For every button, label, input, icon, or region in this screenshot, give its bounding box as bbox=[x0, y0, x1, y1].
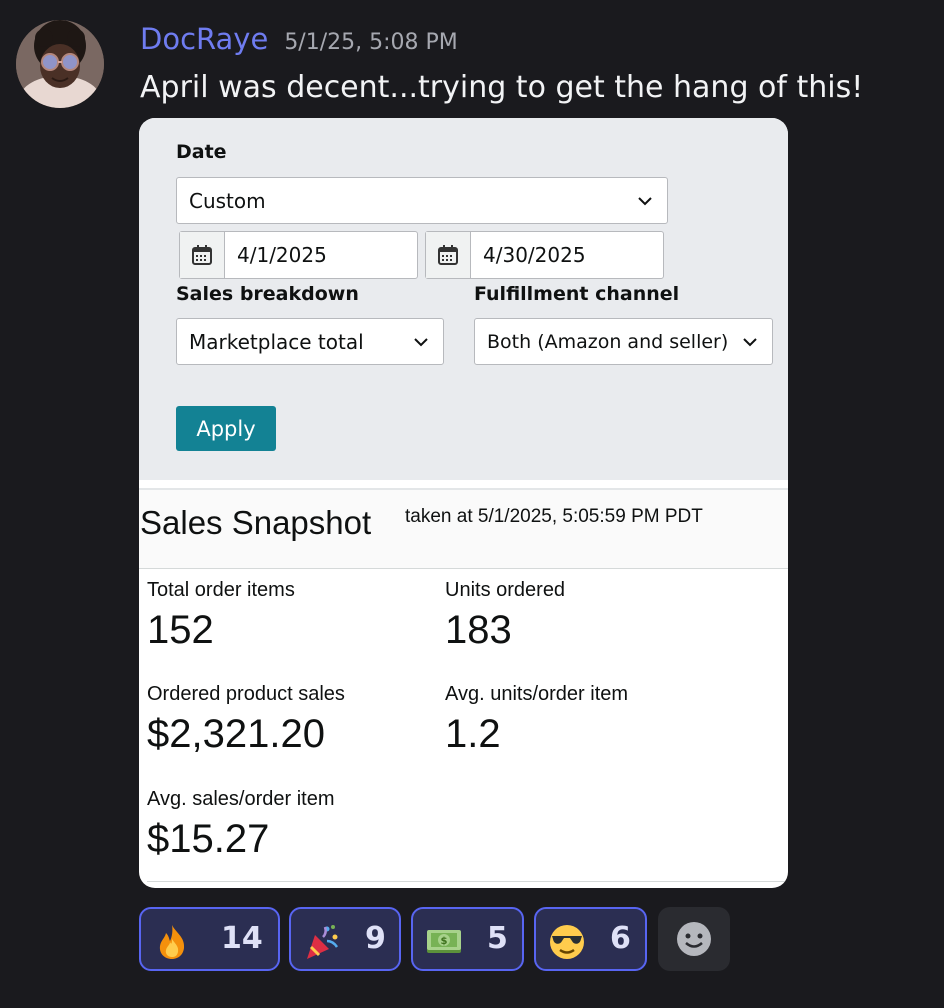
message-timestamp: 5/1/25, 5:08 PM bbox=[284, 30, 458, 55]
calendar-icon[interactable] bbox=[426, 232, 471, 278]
start-date-value: 4/1/2025 bbox=[237, 243, 327, 267]
apply-button[interactable]: Apply bbox=[176, 406, 276, 451]
reaction-money[interactable]: $ 5 bbox=[411, 907, 524, 971]
filter-panel: Date Custom 4/1/2025 4/30/2025 Sales bre… bbox=[139, 118, 788, 480]
avatar-image bbox=[16, 20, 104, 108]
fulfillment-channel-value: Both (Amazon and seller) bbox=[487, 330, 729, 353]
fulfillment-channel-select[interactable]: Both (Amazon and seller) bbox=[474, 318, 773, 365]
message-header: DocRaye 5/1/25, 5:08 PM bbox=[140, 22, 458, 62]
party-popper-emoji-icon bbox=[307, 925, 339, 959]
date-range-select[interactable]: Custom bbox=[176, 177, 668, 224]
calendar-icon[interactable] bbox=[180, 232, 225, 278]
metric-label-units-ordered: Units ordered bbox=[445, 579, 566, 601]
metric-value-total-order-items: 152 bbox=[147, 608, 214, 652]
reaction-count: 6 bbox=[610, 921, 631, 956]
sales-breakdown-select[interactable]: Marketplace total bbox=[176, 318, 444, 365]
svg-text:$: $ bbox=[441, 936, 448, 947]
metric-value-units-ordered: 183 bbox=[445, 608, 512, 652]
reaction-count: 9 bbox=[365, 921, 386, 956]
sunglasses-face-emoji-icon bbox=[550, 925, 584, 959]
snapshot-taken-time: taken at 5/1/2025, 5:05:59 PM PDT bbox=[405, 506, 703, 527]
dollar-banknote-emoji-icon: $ bbox=[427, 930, 461, 953]
date-label: Date bbox=[176, 141, 227, 163]
avatar[interactable] bbox=[16, 20, 104, 108]
reaction-count: 14 bbox=[221, 921, 263, 956]
reaction-party-popper[interactable]: 9 bbox=[289, 907, 401, 971]
snapshot-header: Sales Snapshot taken at 5/1/2025, 5:05:5… bbox=[139, 490, 788, 569]
add-reaction-button[interactable] bbox=[658, 907, 730, 971]
metric-value-avg-units-per-order-item: 1.2 bbox=[445, 712, 501, 756]
chevron-down-icon bbox=[743, 337, 757, 346]
date-range-value: Custom bbox=[189, 188, 266, 213]
fulfillment-channel-label: Fulfillment channel bbox=[474, 283, 680, 305]
reaction-sunglasses[interactable]: 6 bbox=[534, 907, 647, 971]
metric-value-ordered-product-sales: $2,321.20 bbox=[147, 712, 325, 756]
username[interactable]: DocRaye bbox=[140, 22, 268, 56]
chevron-down-icon bbox=[414, 337, 428, 346]
snapshot-title: Sales Snapshot bbox=[140, 504, 372, 541]
reaction-count: 5 bbox=[487, 921, 508, 956]
metric-label-total-order-items: Total order items bbox=[147, 579, 295, 601]
image-attachment[interactable]: Date Custom 4/1/2025 4/30/2025 Sales bre… bbox=[139, 118, 788, 888]
metric-label-avg-sales-per-order-item: Avg. sales/order item bbox=[147, 788, 335, 810]
start-date-field[interactable]: 4/1/2025 bbox=[179, 231, 418, 279]
reaction-fire[interactable]: 14 bbox=[139, 907, 280, 971]
sales-breakdown-value: Marketplace total bbox=[189, 329, 364, 354]
message-text: April was decent...trying to get the han… bbox=[140, 70, 864, 105]
metric-label-avg-units-per-order-item: Avg. units/order item bbox=[445, 683, 629, 705]
metric-label-ordered-product-sales: Ordered product sales bbox=[147, 683, 345, 705]
divider bbox=[147, 881, 788, 882]
end-date-field[interactable]: 4/30/2025 bbox=[425, 231, 664, 279]
metric-value-avg-sales-per-order-item: $15.27 bbox=[147, 817, 270, 861]
chevron-down-icon bbox=[638, 196, 652, 205]
fire-emoji-icon bbox=[159, 925, 185, 959]
sales-breakdown-label: Sales breakdown bbox=[176, 283, 359, 305]
smiley-icon bbox=[677, 922, 711, 956]
end-date-value: 4/30/2025 bbox=[483, 243, 586, 267]
